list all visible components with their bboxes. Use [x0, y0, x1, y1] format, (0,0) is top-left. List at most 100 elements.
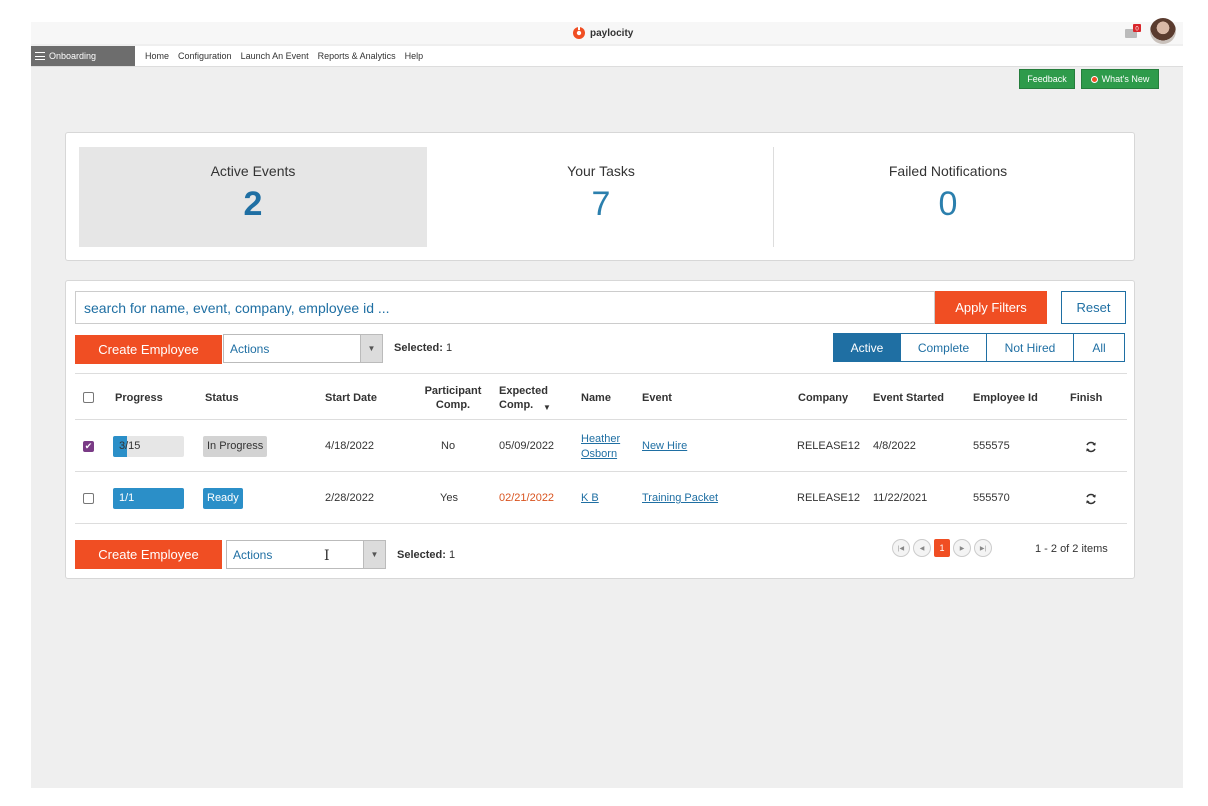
prev-page-icon[interactable]: ◀	[913, 539, 931, 557]
summary-card: Active Events 2 Your Tasks 7 Failed Noti…	[65, 132, 1135, 261]
progress-text: 3/15	[119, 440, 141, 452]
employee-name-link[interactable]: K B	[581, 491, 599, 506]
selected-label: Selected:	[394, 342, 443, 354]
company: RELEASE12	[797, 440, 860, 452]
actions-select-value: Actions	[230, 341, 270, 356]
search-input[interactable]: search for name, event, company, employe…	[75, 291, 935, 324]
whats-new-label: What's New	[1101, 74, 1150, 84]
col-participant-comp-label: Participant Comp.	[424, 384, 482, 411]
status-badge: Ready	[203, 488, 243, 509]
create-employee-button-bottom[interactable]: Create Employee	[75, 540, 222, 569]
refresh-icon[interactable]	[1084, 440, 1098, 454]
status-tab-group: Active Complete Not Hired All	[833, 333, 1125, 362]
stat-label: Failed Notifications	[888, 163, 1008, 179]
col-event[interactable]: Event	[642, 374, 672, 421]
col-start-date[interactable]: Start Date	[325, 374, 377, 421]
stat-failed-notifications[interactable]: Failed Notifications 0	[774, 147, 1122, 247]
first-page-icon[interactable]: |◀	[892, 539, 910, 557]
select-all-checkbox[interactable]	[83, 392, 94, 403]
selected-label: Selected:	[397, 549, 446, 561]
event-link[interactable]: New Hire	[642, 439, 687, 454]
col-employee-id[interactable]: Employee Id	[973, 374, 1038, 421]
stat-value: 0	[938, 185, 958, 223]
sort-desc-icon: ▼	[543, 403, 551, 412]
actions-select[interactable]: Actions ▼	[223, 334, 383, 363]
stat-your-tasks[interactable]: Your Tasks 7	[427, 147, 775, 247]
employee-id: 555575	[973, 440, 1010, 452]
expected-comp: 05/09/2022	[499, 440, 555, 452]
chevron-down-icon: ▼	[360, 335, 382, 362]
apply-filters-button[interactable]: Apply Filters	[935, 291, 1047, 324]
brand-logo[interactable]: paylocity	[572, 26, 633, 40]
progress-text: 1/1	[119, 492, 135, 504]
tab-all[interactable]: All	[1074, 334, 1124, 361]
col-expected-comp[interactable]: Expected Comp. ▼	[499, 374, 569, 421]
nav-link-reports[interactable]: Reports & Analytics	[318, 51, 396, 61]
nav-link-configuration[interactable]: Configuration	[178, 51, 232, 61]
page-number[interactable]: 1	[934, 539, 950, 557]
app-window: paylocity 0 Onboarding Home Configuratio…	[31, 18, 1183, 788]
col-event-started[interactable]: Event Started	[873, 374, 944, 421]
stat-label: Active Events	[210, 163, 296, 179]
row-checkbox[interactable]: ✔	[83, 441, 94, 452]
status-badge: In Progress	[203, 436, 268, 457]
actions-select-value: Actions	[233, 547, 273, 562]
col-company[interactable]: Company	[798, 374, 848, 421]
main-nav: Onboarding Home Configuration Launch An …	[31, 46, 1183, 67]
expected-comp: 02/21/2022	[499, 492, 555, 504]
selected-count-bottom: Selected: 1	[397, 549, 455, 561]
stat-label: Your Tasks	[567, 163, 635, 179]
start-date: 4/18/2022	[325, 440, 374, 452]
stat-value: 7	[591, 185, 611, 223]
paylocity-logo-icon	[573, 26, 585, 39]
stat-value: 2	[243, 185, 263, 223]
brand-bar: paylocity 0	[31, 18, 1183, 44]
col-progress[interactable]: Progress	[115, 374, 163, 421]
event-started: 4/8/2022	[873, 440, 916, 452]
nav-link-launch-event[interactable]: Launch An Event	[241, 51, 309, 61]
feedback-button[interactable]: Feedback	[1019, 69, 1075, 89]
notifications-icon[interactable]: 0	[1124, 24, 1142, 40]
pager-info: 1 - 2 of 2 items	[1035, 543, 1108, 555]
selected-value: 1	[445, 342, 453, 354]
user-avatar[interactable]	[1150, 18, 1176, 44]
employee-name-link[interactable]: Heather Osborn	[581, 421, 620, 472]
actions-select-bottom[interactable]: Actions ▼	[226, 540, 386, 569]
module-menu-button[interactable]: Onboarding	[31, 46, 135, 66]
module-label: Onboarding	[49, 51, 97, 61]
event-link[interactable]: Training Packet	[642, 491, 718, 506]
stat-active-events[interactable]: Active Events 2	[79, 147, 427, 247]
tab-active[interactable]: Active	[834, 334, 901, 361]
table-row[interactable]: ✔ 3/15 In Progress 4/18/2022 No 05/09/20…	[75, 421, 1127, 472]
whats-new-button[interactable]: What's New	[1081, 69, 1159, 89]
col-status[interactable]: Status	[205, 374, 239, 421]
hamburger-icon	[35, 52, 45, 60]
refresh-icon[interactable]	[1084, 492, 1098, 506]
row-checkbox[interactable]	[83, 493, 94, 504]
selected-value: 1	[448, 549, 456, 561]
nav-link-home[interactable]: Home	[145, 51, 169, 61]
name-first: Heather	[581, 432, 621, 445]
col-name[interactable]: Name	[581, 374, 611, 421]
reset-button[interactable]: Reset	[1061, 291, 1126, 324]
col-finish[interactable]: Finish	[1070, 374, 1102, 421]
nav-link-help[interactable]: Help	[405, 51, 424, 61]
last-page-icon[interactable]: ▶|	[974, 539, 992, 557]
event-started: 11/22/2021	[873, 492, 928, 504]
table-row[interactable]: 1/1 Ready 2/28/2022 Yes 02/21/2022 K B T…	[75, 473, 1127, 524]
name-last: Osborn	[581, 447, 618, 460]
create-employee-button[interactable]: Create Employee	[75, 335, 222, 364]
table-header: Progress Status Start Date Participant C…	[75, 373, 1127, 420]
start-date: 2/28/2022	[325, 492, 374, 504]
progress-bar: 3/15	[113, 436, 184, 457]
progress-bar: 1/1	[113, 488, 184, 509]
participant-comp: No	[441, 440, 456, 452]
company: RELEASE12	[797, 492, 860, 504]
tab-complete[interactable]: Complete	[901, 334, 987, 361]
tab-not-hired[interactable]: Not Hired	[987, 334, 1074, 361]
whats-new-dot-icon	[1090, 75, 1098, 83]
col-participant-comp[interactable]: Participant Comp.	[418, 374, 488, 421]
participant-comp: Yes	[440, 492, 458, 504]
text-cursor-icon: I	[324, 548, 330, 564]
next-page-icon[interactable]: ▶	[953, 539, 971, 557]
